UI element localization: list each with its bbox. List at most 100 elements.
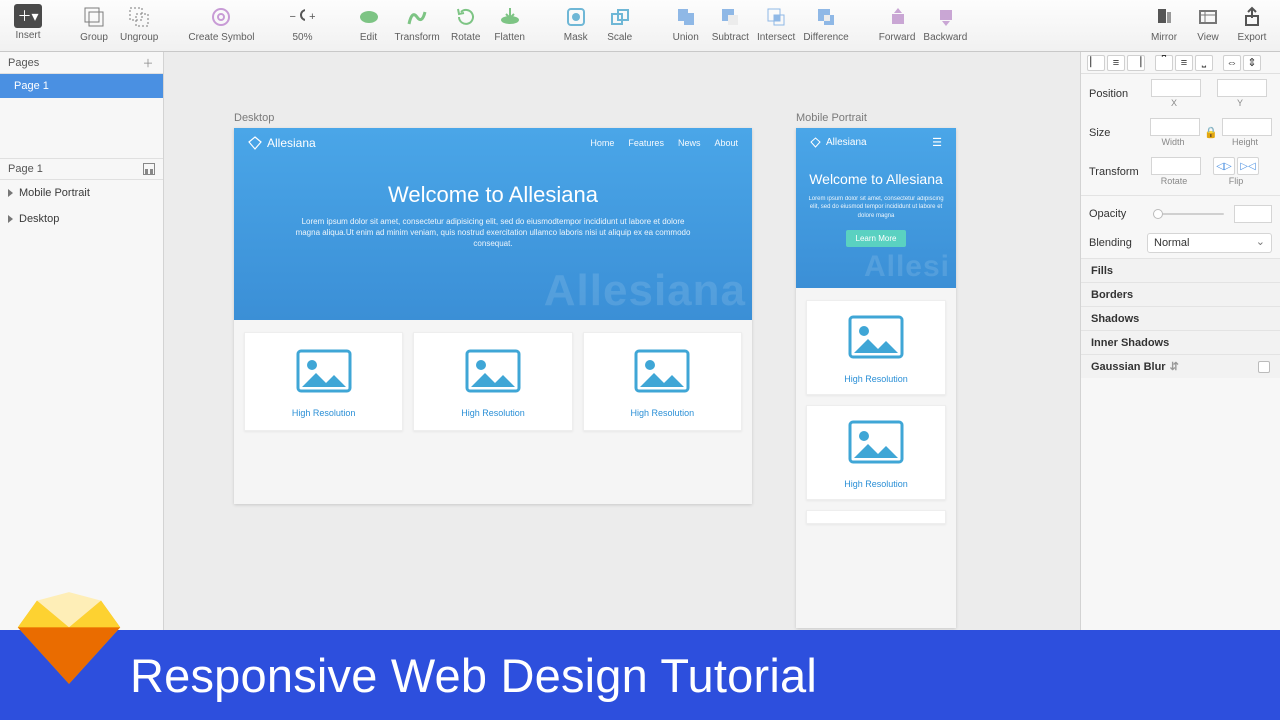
align-controls: ⎸ ≡ ⎹ ⎴ ≡ ⎵ ⇔ ⇕ — [1081, 52, 1280, 74]
pages-header: Pages ＋ — [0, 52, 163, 74]
y-field[interactable] — [1217, 79, 1267, 97]
opacity-field[interactable] — [1234, 205, 1272, 223]
hero-subtext: Lorem ipsum dolor sit amet, consectetur … — [807, 195, 945, 220]
cta-button[interactable]: Learn More — [846, 230, 907, 247]
blur-checkbox[interactable] — [1258, 361, 1270, 373]
nav-links: Home Features News About — [590, 138, 738, 148]
align-bottom-button[interactable]: ⎵ — [1195, 55, 1213, 71]
inspector: ⎸ ≡ ⎹ ⎴ ≡ ⎵ ⇔ ⇕ Position X Y Size Width … — [1080, 52, 1280, 630]
blending-select[interactable]: Normal — [1147, 233, 1272, 253]
rotate-field[interactable] — [1151, 157, 1201, 175]
hero: Allesiana ☰ Welcome to Allesiana Lorem i… — [796, 128, 956, 288]
forward-tool[interactable]: Forward — [875, 4, 920, 43]
card: High Resolution — [244, 332, 403, 431]
hero-title: Welcome to Allesiana — [234, 182, 752, 208]
inner-shadows-section[interactable]: Inner Shadows — [1081, 330, 1280, 354]
align-top-button[interactable]: ⎴ — [1155, 55, 1173, 71]
add-page-button[interactable]: ＋ — [141, 56, 155, 70]
layers-header: Page 1 — [0, 158, 163, 180]
subtract-icon — [717, 4, 743, 30]
group-icon — [81, 4, 107, 30]
left-sidebar: Pages ＋ Page 1 Page 1 Mobile Portrait De… — [0, 52, 164, 630]
create-symbol-tool[interactable]: Create Symbol — [184, 4, 258, 43]
transform-icon — [404, 4, 430, 30]
brand: Allesiana — [810, 137, 867, 148]
export-icon — [1239, 4, 1265, 30]
artboard-label[interactable]: Desktop — [234, 112, 274, 124]
card — [806, 510, 946, 524]
layer-row[interactable]: Mobile Portrait — [0, 180, 163, 206]
ungroup-tool[interactable]: Ungroup — [116, 4, 162, 43]
distribute-h-button[interactable]: ⇔ — [1223, 55, 1241, 71]
layer-row[interactable]: Desktop — [0, 206, 163, 232]
brand: Allesiana — [248, 136, 316, 150]
nav-link[interactable]: Home — [590, 138, 614, 148]
backward-icon — [932, 4, 958, 30]
plus-icon: ＋▾ — [14, 4, 42, 28]
hero: Allesiana Home Features News About Welco… — [234, 128, 752, 320]
distribute-v-button[interactable]: ⇕ — [1243, 55, 1261, 71]
scale-tool[interactable]: Scale — [598, 4, 642, 43]
gaussian-blur-section[interactable]: Gaussian Blur⇵ — [1081, 354, 1280, 378]
shadows-section[interactable]: Shadows — [1081, 306, 1280, 330]
fills-section[interactable]: Fills — [1081, 258, 1280, 282]
width-field[interactable] — [1150, 118, 1200, 136]
flatten-tool[interactable]: Flatten — [488, 4, 532, 43]
opacity-slider[interactable] — [1153, 210, 1224, 218]
subtract-tool[interactable]: Subtract — [708, 4, 753, 43]
blending-row: Blending Normal — [1081, 228, 1280, 258]
x-field[interactable] — [1151, 79, 1201, 97]
mirror-tool[interactable]: Mirror — [1142, 4, 1186, 43]
zoom-tool[interactable]: − +50% — [281, 4, 325, 43]
card: High Resolution — [583, 332, 742, 431]
flip-v-button[interactable]: ▷◁ — [1237, 157, 1259, 175]
lock-icon[interactable]: 🔒 — [1204, 126, 1214, 139]
symbol-icon — [208, 4, 234, 30]
nav-link[interactable]: News — [678, 138, 701, 148]
borders-section[interactable]: Borders — [1081, 282, 1280, 306]
toolbar: ＋▾ Insert Group Ungroup Create Symbol − … — [0, 0, 1280, 52]
insert-tool[interactable]: ＋▾ Insert — [6, 4, 50, 41]
difference-icon — [813, 4, 839, 30]
page-row[interactable]: Page 1 — [0, 74, 163, 98]
rotate-tool[interactable]: Rotate — [444, 4, 488, 43]
watermark: Allesiana — [544, 266, 746, 316]
menu-icon[interactable]: ☰ — [932, 136, 942, 149]
canvas[interactable]: Desktop Allesiana Home Features News Abo… — [164, 52, 1080, 630]
image-icon — [634, 349, 690, 396]
group-tool[interactable]: Group — [72, 4, 116, 43]
mask-icon — [563, 4, 589, 30]
height-field[interactable] — [1222, 118, 1272, 136]
size-row: Size Width 🔒 Height — [1081, 113, 1280, 152]
artboard-desktop[interactable]: Allesiana Home Features News About Welco… — [234, 128, 752, 504]
forward-icon — [884, 4, 910, 30]
union-icon — [673, 4, 699, 30]
footer-title: Responsive Web Design Tutorial — [130, 648, 817, 703]
backward-tool[interactable]: Backward — [919, 4, 971, 43]
hero-title: Welcome to Allesiana — [796, 171, 956, 187]
align-center-h-button[interactable]: ≡ — [1107, 55, 1125, 71]
intersect-tool[interactable]: Intersect — [753, 4, 799, 43]
transform-tool[interactable]: Transform — [391, 4, 444, 43]
nav-link[interactable]: Features — [628, 138, 664, 148]
card-row: High Resolution High Resolution High Res… — [234, 320, 752, 443]
export-tool[interactable]: Export — [1230, 4, 1274, 43]
rotate-icon — [453, 4, 479, 30]
align-center-v-button[interactable]: ≡ — [1175, 55, 1193, 71]
artboard-mobile[interactable]: Allesiana ☰ Welcome to Allesiana Lorem i… — [796, 128, 956, 628]
card: High Resolution — [806, 405, 946, 500]
align-right-button[interactable]: ⎹ — [1127, 55, 1145, 71]
mask-tool[interactable]: Mask — [554, 4, 598, 43]
diamond-icon — [248, 136, 262, 150]
view-tool[interactable]: View — [1186, 4, 1230, 43]
nav-link[interactable]: About — [714, 138, 738, 148]
scale-icon — [607, 4, 633, 30]
flip-h-button[interactable]: ◁▷ — [1213, 157, 1235, 175]
difference-tool[interactable]: Difference — [799, 4, 852, 43]
view-icon — [1195, 4, 1221, 30]
edit-tool[interactable]: Edit — [347, 4, 391, 43]
align-left-button[interactable]: ⎸ — [1087, 55, 1105, 71]
disclosure-icon — [8, 215, 13, 223]
artboard-label[interactable]: Mobile Portrait — [796, 112, 867, 124]
union-tool[interactable]: Union — [664, 4, 708, 43]
